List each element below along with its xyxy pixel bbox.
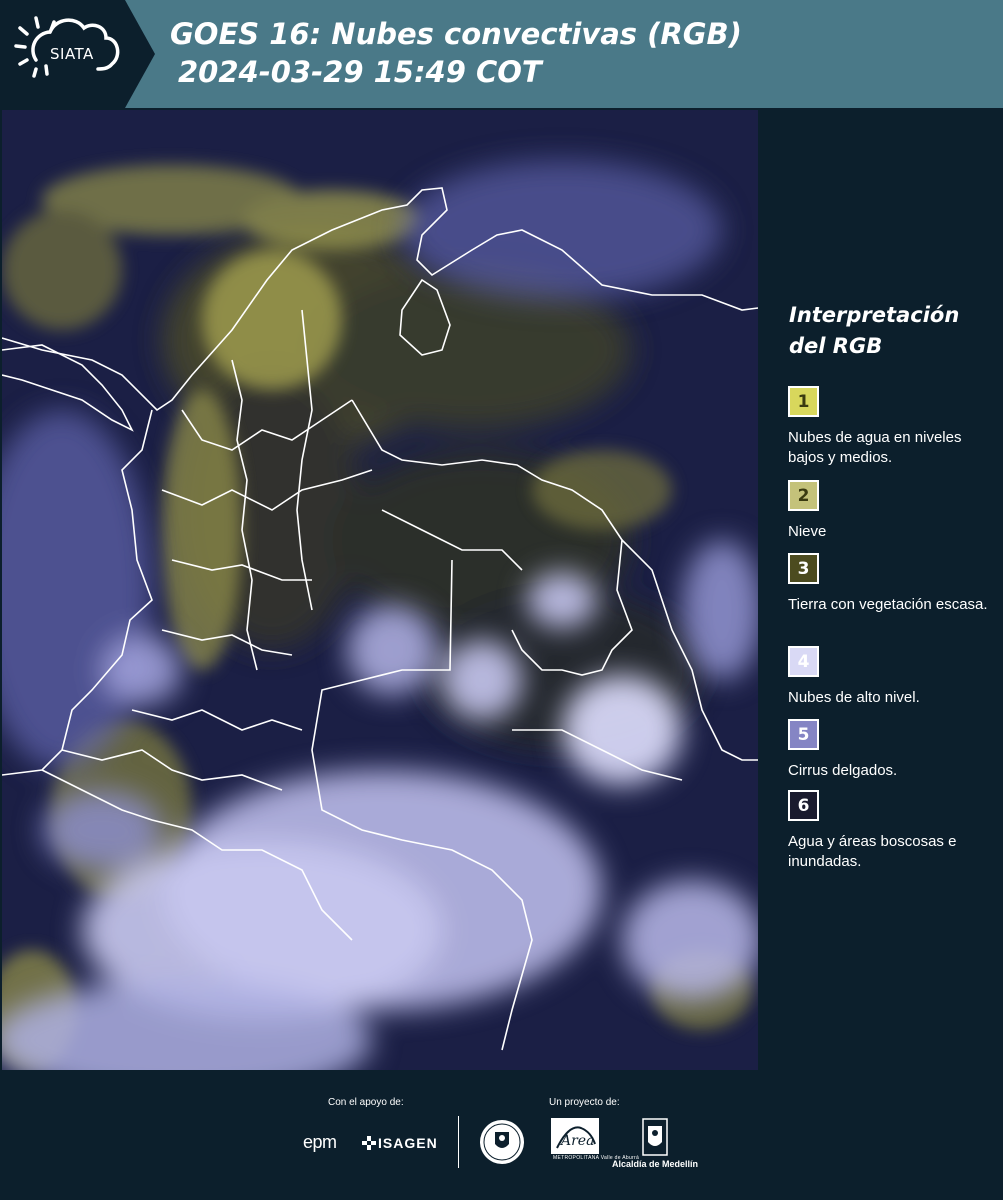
- legend-swatch: 3: [788, 553, 819, 584]
- legend-swatch: 1: [788, 386, 819, 417]
- legend-label: Nieve: [788, 523, 827, 540]
- legend-item-6: 6 Agua y áreas boscosas e inundadas.: [788, 790, 998, 872]
- page-title: GOES 16: Nubes convectivas (RGB): [170, 17, 742, 51]
- header-bar: SIATA GOES 16: Nubes convectivas (RGB) 2…: [0, 0, 1003, 108]
- legend-swatch: 5: [788, 719, 819, 750]
- legend-item-3: 3 Tierra con vegetación escasa.: [788, 553, 998, 615]
- legend-label: Cirrus delgados.: [788, 762, 898, 779]
- project-label: Un proyecto de:: [549, 1097, 620, 1108]
- svg-text:Área: Área: [559, 1131, 594, 1149]
- legend-panel: Interpretación del RGB 1 Nubes de agua e…: [760, 110, 1003, 1070]
- alcaldia-text: Alcaldía de Medellín: [612, 1159, 699, 1169]
- legend-label: Nubes de alto nivel.: [788, 689, 920, 706]
- alcaldia-shield-icon: [642, 1118, 668, 1156]
- legend-item-4: 4 Nubes de alto nivel.: [788, 646, 998, 708]
- legend-swatch: 6: [788, 790, 819, 821]
- isagen-logo: ISAGEN: [378, 1135, 438, 1151]
- legend-label: Agua y áreas boscosas e inundadas.: [788, 833, 957, 870]
- medellin-seal-icon: [480, 1120, 524, 1164]
- legend-item-2: 2 Nieve: [788, 480, 998, 542]
- siata-logo: SIATA: [0, 0, 155, 108]
- legend-item-1: 1 Nubes de agua en niveles bajos y medio…: [788, 386, 998, 468]
- footer: Con el apoyo de: Un proyecto de: epm ISA…: [0, 1070, 1003, 1200]
- legend-label: Nubes de agua en niveles bajos y medios.: [788, 429, 962, 466]
- legend-swatch: 2: [788, 480, 819, 511]
- legend-item-5: 5 Cirrus delgados.: [788, 719, 998, 781]
- logo-text: SIATA: [50, 45, 94, 63]
- timestamp: 2024-03-29 15:49 COT: [178, 55, 542, 89]
- epm-logo: epm: [303, 1132, 337, 1152]
- legend-swatch: 4: [788, 646, 819, 677]
- satellite-map[interactable]: [2, 110, 758, 1070]
- isagen-mark-icon: [362, 1136, 376, 1150]
- legend-title: Interpretación del RGB: [789, 303, 960, 358]
- support-label: Con el apoyo de:: [328, 1097, 404, 1108]
- footer-divider: [458, 1116, 459, 1168]
- legend-label: Tierra con vegetación escasa.: [788, 596, 988, 613]
- satellite-image: [2, 110, 758, 1070]
